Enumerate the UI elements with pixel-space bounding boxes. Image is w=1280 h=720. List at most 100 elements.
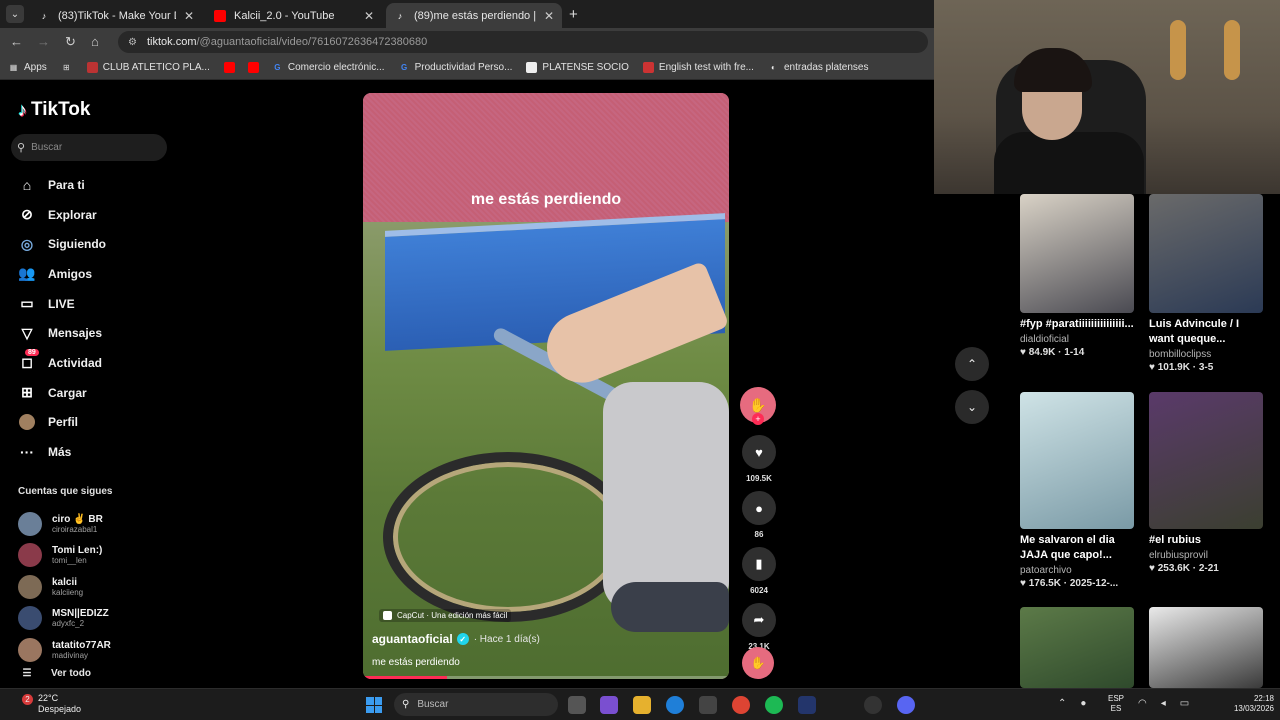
lang-top: ESP — [1108, 694, 1125, 703]
new-tab-icon[interactable]: + — [569, 6, 578, 23]
sidebar-item-para-ti[interactable]: ⌂ Para ti — [18, 170, 178, 200]
language-indicator[interactable]: ESP ES — [1108, 694, 1124, 714]
taskbar-search[interactable]: ⚲ Buscar — [394, 693, 558, 716]
heart-icon[interactable]: ♥ — [742, 435, 776, 469]
copilot-icon[interactable] — [600, 696, 618, 714]
tiktok-logo[interactable]: ♪ TikTok — [18, 99, 90, 121]
recommended-thumbnail[interactable] — [1149, 392, 1263, 529]
recommended-thumbnail[interactable] — [1149, 607, 1263, 688]
recommended-card[interactable]: #el rubius elrubiusprovil ♥ 253.6K · 2-2… — [1149, 392, 1263, 574]
capcut-tag[interactable]: CapCut · Una edición más fácil — [379, 609, 512, 622]
recommended-thumbnail[interactable] — [1020, 194, 1134, 313]
sound-disc-button[interactable]: ✋ — [742, 647, 774, 679]
close-icon[interactable]: ✕ — [544, 9, 554, 23]
bookmark-english[interactable]: English test with fre... — [642, 62, 754, 73]
bookmark-platense[interactable]: PLATENSE SOCIO — [526, 62, 629, 73]
edge-icon[interactable] — [666, 696, 684, 714]
following-item[interactable]: kalcii kalciieng — [18, 571, 178, 603]
bookmark-youtube-1[interactable] — [223, 62, 240, 73]
home-icon[interactable]: ⌂ — [91, 34, 99, 49]
previous-video-button[interactable]: ⌃ — [955, 347, 989, 381]
app-icon[interactable] — [798, 696, 816, 714]
chrome-icon[interactable] — [732, 696, 750, 714]
tab-tiktok-video[interactable]: ♪ (89)me estás perdiendo | TikTok ✕ — [386, 3, 562, 28]
video-author[interactable]: aguantaoficial ✓ · Hace 1 día(s) — [372, 632, 540, 646]
creator-avatar-button[interactable]: ✋ + — [740, 387, 776, 425]
next-video-button[interactable]: ⌄ — [955, 390, 989, 424]
comment-icon[interactable]: ● — [742, 491, 776, 525]
tab-tiktok-home[interactable]: ♪ (83)TikTok - Make Your Day ✕ — [30, 3, 202, 28]
recommended-thumbnail[interactable] — [1020, 607, 1134, 688]
recommended-title: Me salvaron el dia JAJA que capo!... — [1020, 534, 1115, 561]
recommended-card[interactable] — [1149, 607, 1263, 688]
avatar — [18, 511, 42, 536]
bookmark-comercio[interactable]: G Comercio electrónic... — [272, 62, 384, 73]
following-item[interactable]: Tomi Len:) tomi__len — [18, 540, 178, 572]
sidebar-item-mas[interactable]: ··· Más — [18, 437, 178, 467]
like-action[interactable]: ♥ 109.5K — [740, 435, 778, 483]
url-domain: tiktok.com — [146, 36, 197, 48]
sidebar-item-cargar[interactable]: ⊞ Cargar — [18, 378, 178, 408]
reload-icon[interactable]: ↻ — [65, 34, 76, 50]
recommended-card[interactable]: #fyp #paratiiiiiiiiiiiiiii... dialdiofic… — [1020, 194, 1134, 358]
steam-icon[interactable] — [864, 696, 882, 714]
chevron-up-icon[interactable]: ⌃ — [1058, 698, 1066, 709]
volume-icon[interactable]: ◂ — [1161, 698, 1166, 709]
video-progress-bar[interactable] — [363, 676, 729, 679]
bookmark-club[interactable]: CLUB ATLETICO PLA... — [86, 62, 210, 73]
recommended-thumbnail[interactable] — [1149, 194, 1263, 313]
spotify-icon[interactable] — [765, 696, 783, 714]
close-icon[interactable]: ✕ — [184, 9, 194, 23]
sidebar-item-perfil[interactable]: Perfil — [18, 408, 178, 438]
following-item[interactable]: ciro ✌️ BR ciroirazabal1 — [18, 508, 178, 540]
wifi-icon[interactable]: ◠ — [1138, 698, 1147, 709]
search-icon: ⚲ — [402, 699, 410, 710]
recommended-thumbnail[interactable] — [1020, 392, 1134, 529]
forward-icon[interactable]: → — [37, 34, 50, 49]
tab-label: (83)TikTok - Make Your Day — [58, 9, 176, 22]
bookmark-entradas[interactable]: ◐ entradas platenses — [768, 62, 868, 73]
list-icon: ☰ — [22, 668, 32, 679]
sidebar-item-mensajes[interactable]: ▽ Mensajes — [18, 318, 178, 348]
bookmark-icon[interactable]: ▮ — [742, 547, 776, 581]
tab-search-icon[interactable]: ⌄ — [6, 5, 24, 23]
following-item[interactable]: tatatito77AR madivinay — [18, 634, 178, 666]
share-icon[interactable]: ➦ — [742, 603, 776, 637]
bookmark-apps[interactable]: ▦ Apps — [8, 62, 47, 73]
share-action[interactable]: ➦23.1K — [740, 603, 778, 651]
sidebar-item-actividad[interactable]: ◻ 89 Actividad — [18, 348, 178, 378]
bookmark-youtube-2[interactable] — [247, 62, 264, 73]
task-view-icon[interactable] — [568, 696, 586, 714]
bookmark-productividad[interactable]: G Productividad Perso... — [399, 62, 512, 73]
site-info-icon[interactable]: ⚙ — [128, 37, 137, 48]
clock[interactable]: 22:18 13/03/2026 — [1228, 694, 1274, 714]
sidebar-item-live[interactable]: ▭ LIVE — [18, 289, 178, 319]
close-icon[interactable]: ✕ — [364, 9, 374, 23]
recommended-card[interactable] — [1020, 607, 1134, 688]
microphone-icon[interactable]: ● — [1080, 698, 1086, 709]
sidebar-item-explorar[interactable]: ⊘ Explorar — [18, 200, 178, 230]
weather-widget[interactable]: 2 22°C Despejado — [22, 693, 81, 715]
search-input[interactable]: ⚲ Buscar — [11, 134, 167, 161]
url-field[interactable]: ⚙ tiktok.com/@aguantaoficial/video/76160… — [118, 31, 928, 53]
save-action[interactable]: ▮ 6024 — [740, 547, 778, 595]
video-player[interactable]: me estás perdiendo CapCut · Una edición … — [363, 93, 729, 679]
recommended-card[interactable]: Me salvaron el dia JAJA que capo!... pat… — [1020, 392, 1134, 589]
battery-icon[interactable]: ▭ — [1180, 698, 1189, 709]
following-item[interactable]: MSN||EDIZZ adyxfc_2 — [18, 603, 178, 635]
store-icon[interactable] — [699, 696, 717, 714]
avatar — [18, 574, 42, 599]
recommended-card[interactable]: Luis Advincule / I want queque... bombil… — [1149, 194, 1263, 373]
comment-action[interactable]: ● 86 — [740, 491, 778, 539]
back-icon[interactable]: ← — [10, 34, 23, 49]
see-all-link[interactable]: ☰ Ver todo — [18, 668, 92, 679]
follow-plus-icon[interactable]: + — [752, 413, 764, 425]
sidebar-item-amigos[interactable]: 👥 Amigos — [18, 259, 178, 289]
file-explorer-icon[interactable] — [633, 696, 651, 714]
shoe-shape — [611, 582, 729, 632]
tab-youtube[interactable]: Kalcii_2.0 - YouTube ✕ — [206, 3, 382, 28]
sidebar-item-siguiendo[interactable]: ◎ Siguiendo — [18, 229, 178, 259]
discord-icon[interactable] — [897, 696, 915, 714]
bookmark-grid[interactable]: ⊞ — [61, 62, 77, 73]
start-button[interactable] — [366, 697, 382, 713]
